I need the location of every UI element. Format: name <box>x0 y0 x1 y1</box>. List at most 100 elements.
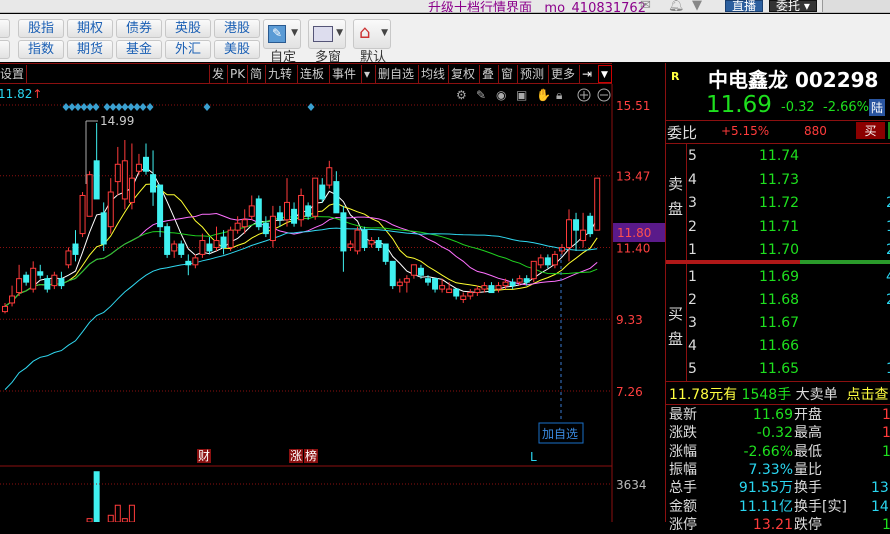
stat-row: 涨幅 -2.66% 最低 1 <box>669 443 890 460</box>
candle-body <box>2 305 8 313</box>
tb-pk[interactable]: PK <box>227 65 247 83</box>
mail-icon[interactable]: ✉ <box>640 0 651 12</box>
ma20-line <box>4 212 598 307</box>
bid-row[interactable]: 1 11.69 4 <box>666 267 890 291</box>
tb-predict[interactable]: 预测 <box>517 65 546 83</box>
bell-icon[interactable]: 🔔︎ <box>668 0 685 12</box>
candle-body <box>375 240 382 248</box>
briefcase-icon[interactable]: ▣ <box>516 88 527 102</box>
bid-row[interactable]: 4 11.66 <box>666 336 890 360</box>
multi-window-icon <box>313 26 333 42</box>
candle <box>537 254 544 269</box>
custom-button[interactable]: ✎ ▼ <box>263 19 301 49</box>
home-icon: ⌂ <box>359 22 371 43</box>
btn-stock-index[interactable]: 股指 <box>18 19 64 38</box>
candle-body <box>37 271 44 276</box>
buy-button[interactable]: 买 <box>856 122 885 139</box>
tb-more[interactable]: 更多 <box>548 65 577 83</box>
lock-icon[interactable]: 🔒︎ <box>556 88 562 102</box>
tb-remove-watch[interactable]: 删自选 <box>375 65 416 83</box>
tb-ma[interactable]: 均线 <box>418 65 447 83</box>
y-tick-label: 13.47 <box>616 170 650 184</box>
candle-body <box>51 274 58 287</box>
candle-body <box>30 267 37 290</box>
eye-icon[interactable]: ◉ <box>496 88 506 102</box>
kline-chart[interactable]: 15.51 13.47 11.40 9.33 7.26 11.82↑ 14.99 ⚙ ✎… <box>0 84 665 522</box>
tb-overlay[interactable]: 叠 <box>479 65 496 83</box>
live-button[interactable]: 直播 <box>725 0 764 12</box>
hand-icon[interactable]: ✋ <box>536 88 551 102</box>
btn-index[interactable]: 指数 <box>18 40 64 59</box>
tb-fa[interactable]: 发 <box>209 65 226 83</box>
tb-jiuzhuan[interactable]: 九转 <box>265 65 294 83</box>
last-price: 11.69 <box>706 92 772 118</box>
volume-bar <box>86 518 93 522</box>
cut-button-top[interactable] <box>0 19 10 38</box>
candle-body <box>333 181 340 214</box>
window-controls[interactable] <box>822 0 890 12</box>
candle-body <box>185 260 192 266</box>
candle-body <box>128 177 135 203</box>
bid-row[interactable]: 5 11.65 1 <box>666 359 890 383</box>
shirt-icon[interactable]: ▼ <box>692 0 702 12</box>
candle-body <box>86 174 93 217</box>
candle-body <box>410 264 417 276</box>
gear-icon[interactable]: ⚙ <box>456 88 467 102</box>
candle-body <box>164 226 171 255</box>
candle <box>157 184 164 238</box>
ask-row[interactable]: 5 11.74 <box>666 146 890 170</box>
candle <box>269 205 276 248</box>
candle <box>185 254 192 276</box>
tb-more-dropdown[interactable]: ▾ <box>361 65 372 83</box>
diamond-marker <box>74 103 82 111</box>
btn-funds[interactable]: 基金 <box>116 40 162 59</box>
btn-forex[interactable]: 外汇 <box>165 40 211 59</box>
candle-body <box>16 278 23 294</box>
entrust-button[interactable]: 委托 ▾ <box>769 0 817 12</box>
upgrade-link[interactable]: 升级十档行情界面 mo_410831762 <box>428 0 646 12</box>
bid-row[interactable]: 3 11.67 <box>666 313 890 337</box>
svg-text:11.80: 11.80 <box>617 226 651 240</box>
candle-body <box>220 236 227 248</box>
collapse-icon[interactable]: ⇥ <box>579 65 594 83</box>
btn-uk-stocks[interactable]: 英股 <box>165 19 211 38</box>
btn-us-stocks[interactable]: 美股 <box>214 40 260 59</box>
candle <box>361 226 368 251</box>
candle-body <box>255 198 262 228</box>
tb-events[interactable]: 事件 <box>329 65 358 83</box>
candle-body <box>432 278 439 290</box>
candle <box>37 264 44 279</box>
candle-body <box>396 281 403 287</box>
multi-window-button[interactable]: ▼ <box>308 19 346 49</box>
candle-body <box>192 257 199 266</box>
btn-bonds[interactable]: 债券 <box>116 19 162 38</box>
candle <box>79 192 86 238</box>
tb-window[interactable]: 窗 <box>498 65 515 83</box>
candle-body <box>347 243 354 248</box>
tb-lianban[interactable]: 连板 <box>297 65 326 83</box>
candle <box>135 153 142 175</box>
tb-adjust[interactable]: 复权 <box>448 65 477 83</box>
bid-row[interactable]: 2 11.68 2 <box>666 290 890 314</box>
ask-row[interactable]: 2 11.71 1 <box>666 217 890 241</box>
candle-body <box>523 278 530 283</box>
stat-row: 涨停 13.21 跌停 1 <box>669 516 890 533</box>
tb-simple[interactable]: 简 <box>247 65 264 83</box>
chevron-down-icon[interactable]: ▼ <box>598 65 612 83</box>
btn-hk-stocks[interactable]: 港股 <box>214 19 260 38</box>
btn-options[interactable]: 期权 <box>67 19 113 38</box>
ask-row[interactable]: 4 11.73 <box>666 170 890 194</box>
candle <box>333 171 340 214</box>
candle <box>488 282 495 294</box>
ask-row[interactable]: 3 11.72 2 <box>666 193 890 217</box>
candle <box>86 171 93 217</box>
candle-body <box>368 240 375 245</box>
btn-futures[interactable]: 期货 <box>67 40 113 59</box>
big-order-row[interactable]: 11.78元有 1548手 大卖单 点击查 <box>669 384 889 404</box>
stat-row: 最新 11.69 开盘 1 <box>669 407 890 423</box>
default-button[interactable]: ⌂ ▼ <box>353 19 391 49</box>
pen-icon[interactable]: ✎ <box>476 88 486 102</box>
settings-button[interactable]: 设置 <box>0 65 28 83</box>
cut-button-bottom[interactable] <box>0 40 10 59</box>
candle-body <box>305 205 312 217</box>
